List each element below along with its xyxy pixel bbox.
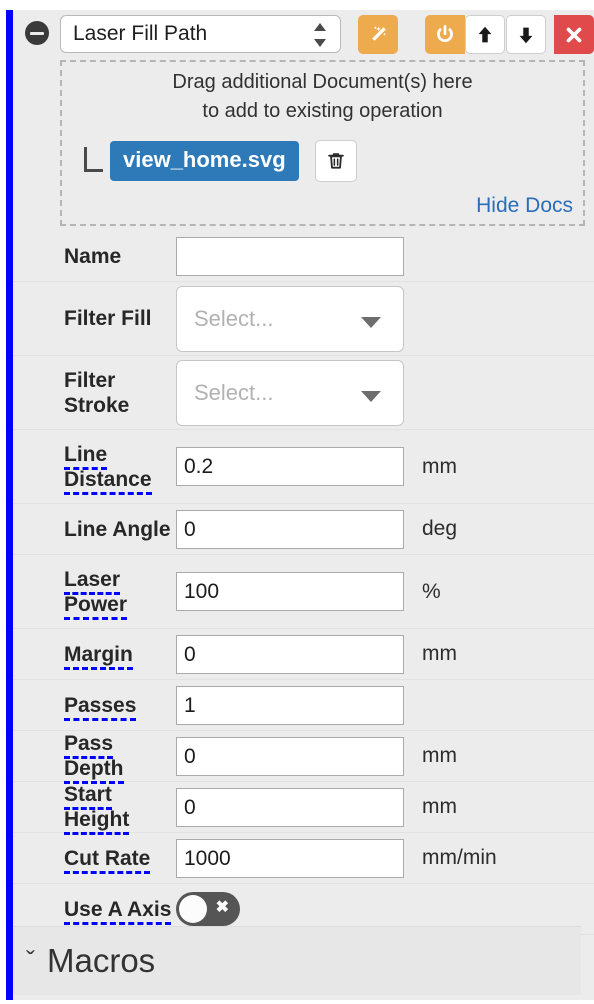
- field-label-passes: Passes: [13, 693, 176, 721]
- selection-accent-bar: [6, 10, 13, 1000]
- dropzone-line-2: to add to existing operation: [202, 100, 443, 122]
- operation-settings-form: Name Filter Fill Select... Filter Stroke: [13, 232, 594, 935]
- toggle-knob: [179, 895, 207, 923]
- field-row-cut-rate: Cut Rate 1000 mm/min: [13, 833, 594, 884]
- margin-input[interactable]: 0: [176, 634, 404, 674]
- operation-type-value: Laser Fill Path: [73, 22, 208, 45]
- operation-type-select[interactable]: Laser Fill Path: [60, 15, 341, 53]
- document-dropzone[interactable]: Drag additional Document(s) here to add …: [60, 60, 585, 226]
- document-chip[interactable]: view_home.svg: [110, 141, 299, 181]
- field-label-cut-rate: Cut Rate: [13, 846, 176, 874]
- name-input[interactable]: [176, 237, 404, 276]
- field-row-passes: Passes 1: [13, 680, 594, 731]
- macros-section-header[interactable]: ˇ Macros: [13, 926, 581, 995]
- trash-icon: [327, 153, 344, 169]
- field-unit-cut-rate: mm/min: [422, 846, 497, 869]
- field-label-start-height: Start Height: [13, 782, 176, 835]
- delete-operation-button[interactable]: [554, 15, 594, 54]
- field-row-name: Name: [13, 232, 594, 282]
- filter-fill-value: Select...: [194, 305, 274, 331]
- field-row-pass-depth: Pass Depth 0 mm: [13, 731, 594, 784]
- magic-wand-button[interactable]: [358, 15, 398, 54]
- passes-input[interactable]: 1: [176, 685, 404, 725]
- start-height-input[interactable]: 0: [176, 787, 404, 827]
- filter-stroke-select[interactable]: Select...: [176, 359, 404, 426]
- move-operation-up-button[interactable]: [465, 15, 505, 54]
- dropzone-line-1: Drag additional Document(s) here: [172, 71, 473, 93]
- operation-panel: Laser Fill Path Drag additional Document…: [13, 10, 594, 1000]
- field-row-margin: Margin 0 mm: [13, 629, 594, 680]
- toggle-off-x-icon: ✖: [215, 899, 229, 916]
- chevron-down-icon: [361, 390, 381, 402]
- hide-docs-link[interactable]: Hide Docs: [476, 194, 573, 218]
- close-x-icon: [566, 27, 582, 42]
- stepper-arrows-icon[interactable]: [314, 23, 326, 47]
- field-row-line-angle: Line Angle 0 deg: [13, 504, 594, 555]
- chevron-down-icon: [361, 316, 381, 328]
- chevron-down-icon: ˇ: [26, 945, 35, 976]
- field-unit-laser-power: %: [422, 579, 441, 603]
- move-operation-down-button[interactable]: [506, 15, 546, 54]
- remove-document-button[interactable]: [314, 140, 357, 182]
- line-distance-input[interactable]: 0.2: [176, 447, 404, 486]
- laser-power-input[interactable]: 100: [176, 572, 404, 611]
- tree-elbow-icon: [84, 146, 103, 172]
- document-list-item: view_home.svg: [84, 140, 357, 182]
- field-unit-pass-depth: mm: [422, 744, 457, 767]
- arrow-down-icon: [519, 27, 533, 43]
- cut-rate-input[interactable]: 1000: [176, 838, 404, 878]
- filter-stroke-value: Select...: [194, 379, 274, 405]
- operation-panel-root: Laser Fill Path Drag additional Document…: [0, 0, 594, 1004]
- use-a-axis-toggle[interactable]: ✖: [176, 892, 240, 926]
- field-row-start-height: Start Height 0 mm: [13, 782, 594, 835]
- operation-header: Laser Fill Path: [13, 10, 594, 64]
- macros-title: Macros: [47, 942, 156, 979]
- field-row-line-distance: Line Distance 0.2 mm: [13, 430, 594, 504]
- field-unit-line-angle: deg: [422, 517, 458, 540]
- line-angle-input[interactable]: 0: [176, 509, 404, 549]
- field-label-laser-power: Laser Power: [13, 567, 176, 620]
- power-icon: [437, 24, 453, 42]
- field-label-filter-fill: Filter Fill: [64, 307, 152, 330]
- field-row-filter-fill: Filter Fill Select...: [13, 282, 594, 356]
- field-label-use-a-axis: Use A Axis: [13, 897, 176, 925]
- field-row-filter-stroke: Filter Stroke Select...: [13, 356, 594, 430]
- pass-depth-input[interactable]: 0: [176, 736, 404, 776]
- field-unit-line-distance: mm: [422, 454, 457, 478]
- field-label-line-distance: Line Distance: [13, 442, 176, 495]
- arrow-up-icon: [478, 26, 492, 42]
- magic-wand-icon: [372, 26, 387, 41]
- field-label-line-angle: Line Angle: [64, 517, 171, 541]
- field-label-filter-stroke: Filter Stroke: [64, 368, 130, 417]
- field-row-laser-power: Laser Power 100 %: [13, 555, 594, 629]
- filter-fill-select[interactable]: Select...: [176, 285, 404, 352]
- minus-circle-icon[interactable]: [25, 21, 49, 45]
- field-unit-start-height: mm: [422, 795, 457, 818]
- enable-operation-button[interactable]: [425, 15, 465, 54]
- field-label-margin: Margin: [13, 642, 176, 670]
- field-label-name: Name: [64, 245, 122, 268]
- field-label-pass-depth: Pass Depth: [13, 731, 176, 784]
- field-unit-margin: mm: [422, 642, 457, 665]
